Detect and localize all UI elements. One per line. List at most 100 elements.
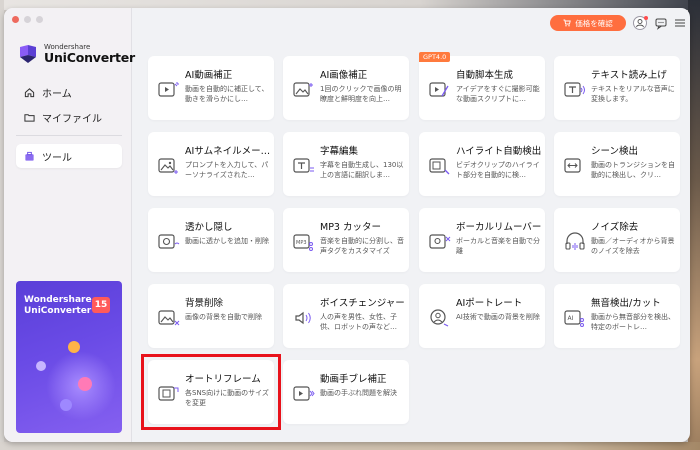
promo-decoration (60, 399, 72, 411)
window-controls (12, 16, 43, 23)
check-price-label: 価格を確認 (575, 18, 613, 28)
tool-title: AI動画補正 (185, 70, 233, 81)
tool-description: ボーカルと音楽を自動で分離 (456, 237, 540, 256)
tool-title: AIポートレート (456, 298, 523, 309)
svg-text:MP3: MP3 (296, 240, 307, 246)
menu-icon[interactable] (673, 16, 687, 30)
tool-title: ボーカルリムーバー (456, 222, 542, 233)
sidebar-item-my-files[interactable]: マイファイル (16, 105, 122, 129)
tool-card-vocal-remover[interactable]: ボーカルリムーバー ボーカルと音楽を自動で分離 (419, 208, 545, 272)
stabilize-icon (293, 386, 315, 401)
app-window: Wondershare UniConverter ホーム マイファイル ツール … (4, 8, 690, 442)
check-price-button[interactable]: 価格を確認 (550, 15, 626, 31)
voice-changer-icon (295, 311, 311, 325)
tool-title: 背景削除 (185, 298, 224, 309)
top-bar: 価格を確認 (132, 8, 690, 42)
highlight-detect-icon (429, 158, 450, 175)
app-logo: Wondershare UniConverter (18, 44, 135, 65)
user-icon[interactable] (633, 16, 648, 30)
tool-description: 動画／オーディオから背景のノイズを除去 (591, 237, 675, 256)
tool-title: 字幕編集 (320, 146, 359, 157)
tool-description: 1回のクリックで画像の明瞭度と鮮明度を向上… (320, 85, 402, 104)
promo-decoration (68, 341, 80, 353)
tool-description: 字幕を自動生成し、130以上の言語に翻訳しま… (320, 161, 404, 180)
tool-title: ボイスチェンジャー (320, 298, 405, 309)
silence-detect-icon: AI (564, 310, 584, 327)
tool-description: 動画の手ぶれ問題を解決 (320, 389, 397, 397)
sidebar-item-home[interactable]: ホーム (16, 80, 122, 104)
tool-card-video-stabilizer[interactable]: 動画手ブレ補正 動画の手ぶれ問題を解決 (283, 360, 409, 424)
tool-card-voice-changer[interactable]: ボイスチェンジャー 人の声を男性、女性、子供、ロボットの声など… (283, 284, 409, 348)
tool-title: ノイズ除去 (591, 222, 639, 233)
sidebar: Wondershare UniConverter ホーム マイファイル ツール … (4, 8, 135, 442)
highlight-box (141, 354, 281, 430)
tool-card-background-remover[interactable]: 背景削除 画像の背景を自動で削除 (148, 284, 274, 348)
tool-description: 動画に透かしを追加・削除 (185, 237, 269, 245)
tool-description: 動画を自動的に補正して、動きを滑らかにし… (185, 85, 269, 104)
close-window-button[interactable] (12, 16, 19, 23)
thumbnail-icon (158, 158, 178, 174)
tool-title: シーン検出 (591, 146, 639, 157)
script-icon (429, 82, 449, 97)
sidebar-item-tools[interactable]: ツール (16, 144, 122, 168)
tool-card-mp3-cutter[interactable]: MP3 MP3 カッター 音楽を自動的に分割し、音声タグをカスタマイズ (283, 208, 409, 272)
tool-card-noise-remover[interactable]: ノイズ除去 動画／オーディオから背景のノイズを除去 (554, 208, 680, 272)
version-badge: 15 (92, 297, 110, 313)
tool-card-ai-thumbnail[interactable]: AIサムネイルメー… プロンプトを入力して、パーソナライズされた… (148, 132, 274, 196)
tool-description: 音楽を自動的に分割し、音声タグをカスタマイズ (320, 237, 404, 256)
tool-card-script-generator[interactable]: GPT4.0 自動脚本生成 アイデアをすぐに撮影可能な動画スクリプトに… (419, 52, 545, 120)
tool-card-watermark[interactable]: 透かし隠し 動画に透かしを追加・削除 (148, 208, 274, 272)
text-to-speech-icon (564, 82, 585, 97)
tool-title: テキスト読み上げ (591, 70, 667, 81)
tools-grid: AI動画補正 動画を自動的に補正して、動きを滑らかにし… AI画像補正 1回のク… (132, 42, 690, 442)
logo-product: UniConverter (44, 50, 136, 65)
sidebar-item-label: ツール (42, 152, 72, 164)
promo-decoration (36, 361, 46, 371)
tool-card-silence-detect[interactable]: AI 無音検出/カット 動画から無音部分を検出、特定のボートレ… (554, 284, 680, 348)
tool-title: AIサムネイルメー… (185, 146, 271, 157)
vocal-remover-icon (429, 234, 451, 249)
tool-description: 動画から無音部分を検出、特定のボートレ… (591, 313, 675, 332)
sidebar-item-label: マイファイル (42, 113, 102, 125)
ai-portrait-icon (430, 309, 449, 327)
maximize-window-button[interactable] (36, 16, 43, 23)
tool-card-highlight-detect[interactable]: ハイライト自動検出 ビデオクリップのハイライト部分を自動的に検… (419, 132, 545, 196)
sidebar-divider (16, 135, 122, 136)
tool-description: 画像の背景を自動で削除 (185, 313, 262, 321)
tool-title: MP3 カッター (320, 222, 381, 233)
tool-description: AI技術で動画の背景を削除 (456, 313, 540, 321)
tool-card-subtitle-editor[interactable]: 字幕編集 字幕を自動生成し、130以上の言語に翻訳しま… (283, 132, 409, 196)
uniconverter-logo-icon (20, 45, 36, 64)
tool-card-scene-detect[interactable]: シーン検出 動画のトランジションを自動的に検出し、クリ… (554, 132, 680, 196)
tool-description: ビデオクリップのハイライト部分を自動的に検… (456, 161, 540, 180)
svg-text:AI: AI (568, 315, 574, 322)
tool-card-ai-image-enhance[interactable]: AI画像補正 1回のクリックで画像の明瞭度と鮮明度を向上… (283, 56, 409, 120)
tool-description: 動画のトランジションを自動的に検出し、クリ… (591, 161, 675, 180)
gpt-badge: GPT4.0 (419, 52, 451, 62)
tool-title: 透かし隠し (185, 222, 233, 233)
minimize-window-button[interactable] (24, 16, 31, 23)
message-icon[interactable] (654, 16, 668, 30)
toolbox-icon (25, 151, 34, 161)
home-icon (24, 87, 35, 97)
desktop-background (0, 442, 700, 450)
promo-decoration (78, 377, 92, 391)
tool-card-text-to-speech[interactable]: テキスト読み上げ テキストをリアルな音声に変換します。 (554, 56, 680, 120)
cart-icon (563, 19, 572, 27)
tool-title: ハイライト自動検出 (456, 146, 542, 157)
tool-card-ai-video-enhance[interactable]: AI動画補正 動画を自動的に補正して、動きを滑らかにし… (148, 56, 274, 120)
ai-image-enhance-icon (293, 82, 313, 97)
promo-title: Wondershare UniConverter (24, 295, 92, 317)
watermark-icon (158, 234, 180, 249)
scene-detect-icon (564, 158, 581, 173)
noise-remover-icon (565, 232, 585, 250)
background-remover-icon (158, 310, 180, 326)
tool-card-ai-portrait[interactable]: AIポートレート AI技術で動画の背景を削除 (419, 284, 545, 348)
folder-icon (24, 113, 35, 122)
tool-description: テキストをリアルな音声に変換します。 (591, 85, 675, 104)
promo-banner[interactable]: Wondershare UniConverter 15 (16, 281, 122, 433)
tool-description: アイデアをすぐに撮影可能な動画スクリプトに… (456, 85, 540, 104)
sidebar-item-label: ホーム (42, 88, 72, 100)
mp3-cutter-icon: MP3 (293, 234, 313, 251)
tool-title: 動画手ブレ補正 (320, 374, 387, 385)
